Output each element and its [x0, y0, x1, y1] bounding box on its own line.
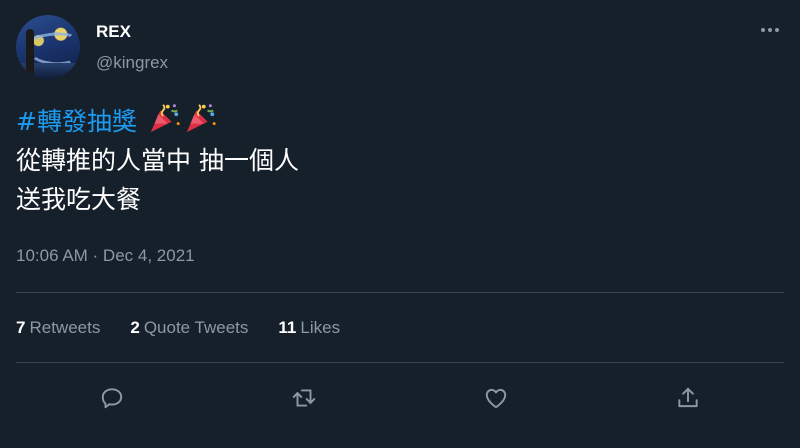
- like-icon: [485, 388, 507, 409]
- divider: [16, 292, 784, 293]
- party-popper-icon: [186, 104, 216, 133]
- tweet-line: 從轉推的人當中 抽一個人: [16, 146, 299, 175]
- share-button[interactable]: [668, 378, 708, 418]
- avatar[interactable]: [16, 15, 80, 79]
- divider: [16, 362, 784, 363]
- like-button[interactable]: [476, 378, 516, 418]
- retweets-label: Retweets: [29, 318, 101, 337]
- tweet-timestamp[interactable]: 10:06 AM · Dec 4, 2021: [16, 246, 195, 266]
- hashtag-link[interactable]: #轉發抽獎: [16, 107, 137, 136]
- tweet-detail: REX @kingrex #轉發抽獎 從轉推的人當中 抽一個人 送我吃大餐 10…: [0, 0, 800, 448]
- quote-tweets-label: Quote Tweets: [143, 318, 249, 337]
- likes-count: 11: [278, 318, 297, 337]
- tweet-line: 送我吃大餐: [16, 185, 142, 214]
- share-icon: [678, 387, 698, 408]
- likes-stat[interactable]: 11 Likes: [278, 318, 340, 338]
- retweet-button[interactable]: [284, 378, 324, 418]
- quote-tweets-count: 2: [130, 318, 140, 337]
- tweet-text: #轉發抽獎 從轉推的人當中 抽一個人 送我吃大餐: [16, 101, 299, 219]
- quote-tweets-stat[interactable]: 2 Quote Tweets: [130, 318, 248, 338]
- tweet-actions: [16, 378, 784, 418]
- more-dot: [768, 28, 772, 32]
- retweets-count: 7: [16, 318, 26, 337]
- party-popper-icon: [150, 104, 180, 133]
- retweets-stat[interactable]: 7 Retweets: [16, 318, 100, 338]
- more-dot: [775, 28, 779, 32]
- likes-label: Likes: [300, 318, 341, 337]
- reply-button[interactable]: [92, 378, 132, 418]
- more-dot: [761, 28, 765, 32]
- avatar-cypress: [26, 29, 34, 79]
- more-options-button[interactable]: [756, 18, 784, 42]
- user-handle[interactable]: @kingrex: [96, 53, 168, 73]
- display-name[interactable]: REX: [96, 22, 131, 42]
- reply-icon: [101, 388, 123, 409]
- engagement-stats: 7 Retweets 2 Quote Tweets 11 Likes: [16, 318, 340, 338]
- tweet-line-hashtag: #轉發抽獎: [16, 101, 299, 141]
- retweet-icon: [292, 389, 316, 407]
